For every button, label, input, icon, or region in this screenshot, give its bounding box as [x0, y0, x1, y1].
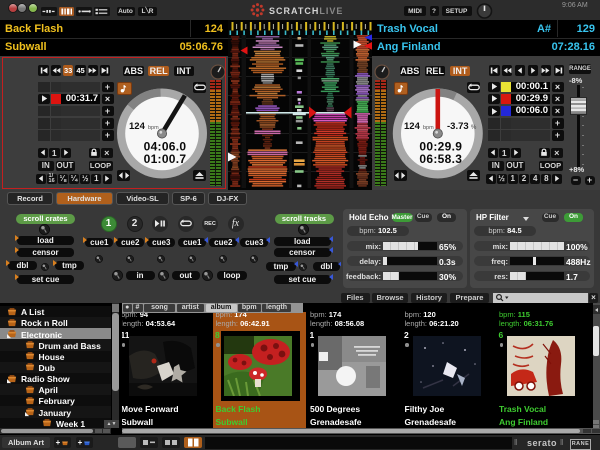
- svg-text:%: %: [471, 125, 477, 131]
- svg-text:06:58.3: 06:58.3: [419, 152, 462, 166]
- svg-text:124: 124: [129, 121, 146, 132]
- svg-text:bpm: bpm: [423, 125, 434, 131]
- svg-text:-3.73: -3.73: [447, 121, 469, 132]
- svg-text:01:00.7: 01:00.7: [144, 152, 187, 166]
- svg-text:bpm: bpm: [148, 125, 159, 131]
- svg-text:124: 124: [404, 121, 421, 132]
